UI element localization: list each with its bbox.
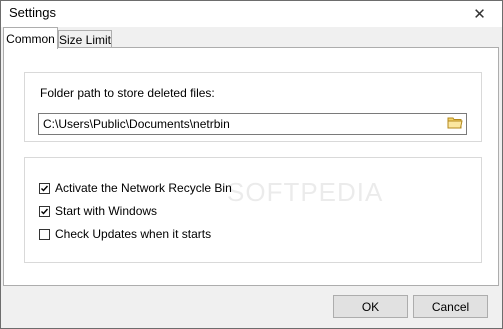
folder-path-value: C:\Users\Public\Documents\netrbin <box>43 117 230 131</box>
folder-path-label: Folder path to store deleted files: <box>40 86 215 100</box>
settings-window: Settings ✕ Common Size Limit Folder path… <box>0 0 503 329</box>
tab-panel-common: Folder path to store deleted files: C:\U… <box>3 47 499 286</box>
checkbox-check-updates[interactable]: Check Updates when it starts <box>39 227 211 241</box>
cancel-button-label: Cancel <box>431 299 470 314</box>
checkmark-icon <box>41 208 49 215</box>
options-group: Activate the Network Recycle Bin Start w… <box>24 157 482 263</box>
tab-size-limit-label: Size Limit <box>59 33 112 47</box>
tab-common-label: Common <box>6 31 55 46</box>
tab-common[interactable]: Common <box>3 27 58 49</box>
checkbox-activate-recycle-bin[interactable]: Activate the Network Recycle Bin <box>39 181 232 195</box>
folder-path-input[interactable]: C:\Users\Public\Documents\netrbin <box>38 113 467 135</box>
checkbox-label: Activate the Network Recycle Bin <box>55 181 232 195</box>
checkbox-box[interactable] <box>39 228 50 240</box>
browse-folder-button[interactable] <box>445 115 465 133</box>
checkbox-label: Check Updates when it starts <box>55 227 212 241</box>
checkbox-start-with-windows[interactable]: Start with Windows <box>39 204 157 218</box>
checkmark-icon <box>41 185 49 192</box>
checkbox-label: Start with Windows <box>55 204 158 218</box>
folder-group: Folder path to store deleted files: C:\U… <box>24 72 482 142</box>
close-button[interactable]: ✕ <box>457 1 502 27</box>
close-icon: ✕ <box>473 6 486 23</box>
checkbox-box[interactable] <box>39 205 50 217</box>
window-title: Settings <box>9 5 56 20</box>
checkbox-box[interactable] <box>39 182 50 194</box>
ok-button-label: OK <box>361 299 380 314</box>
cancel-button[interactable]: Cancel <box>413 295 488 318</box>
ok-button[interactable]: OK <box>333 295 408 318</box>
title-bar: Settings ✕ <box>1 1 502 27</box>
folder-icon <box>447 116 463 132</box>
